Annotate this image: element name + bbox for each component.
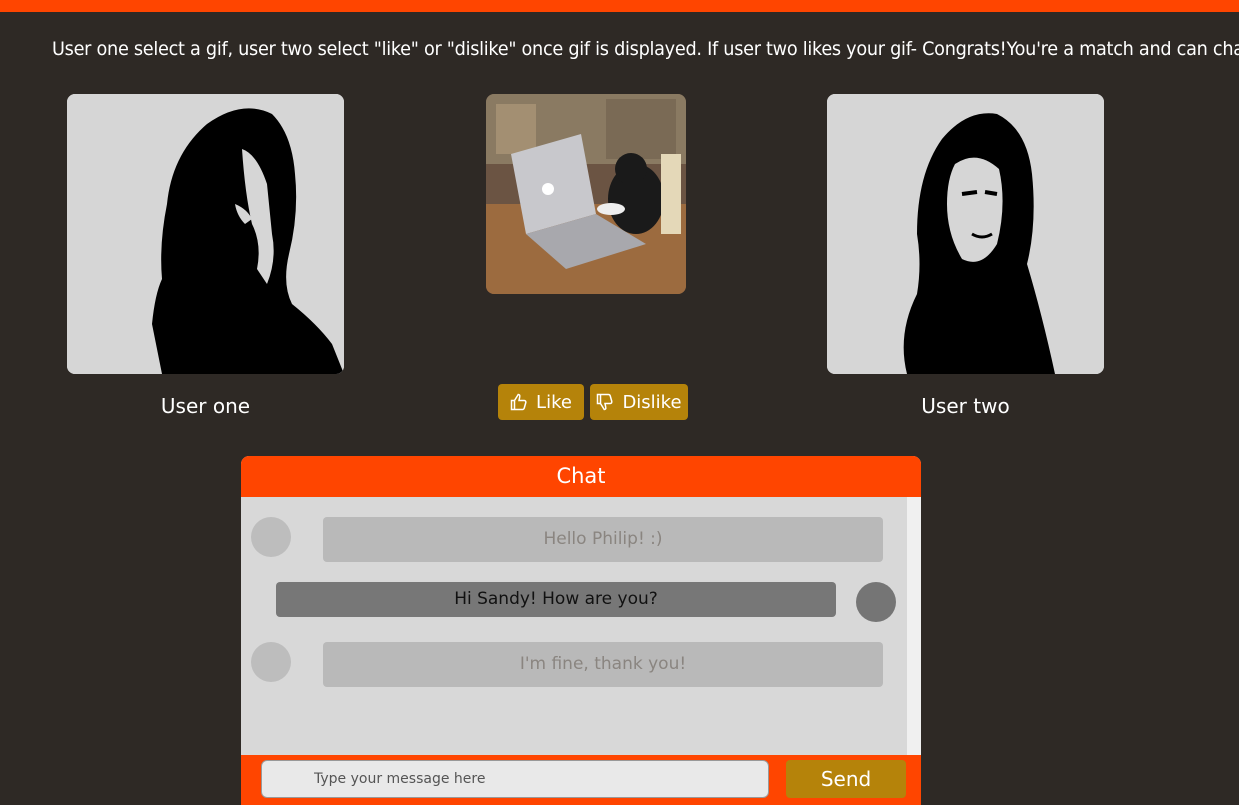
chat-input-bar: Send <box>241 755 921 805</box>
thumbs-up-icon <box>510 393 527 411</box>
user-two-portrait <box>827 94 1104 374</box>
message-input[interactable] <box>261 760 769 798</box>
chat-title: Chat <box>241 456 921 497</box>
message-bubble: I'm fine, thank you! <box>323 642 883 687</box>
chat-panel: Chat Hello Philip! :) Hi Sandy! How are … <box>241 456 921 805</box>
like-label: Like <box>536 391 572 413</box>
thumbs-down-icon <box>597 393 614 411</box>
chat-scrollbar[interactable] <box>907 497 921 755</box>
avatar <box>251 517 291 557</box>
user-two-label: User two <box>921 394 1010 418</box>
chat-messages: Hello Philip! :) Hi Sandy! How are you? … <box>241 497 907 755</box>
user-one-label: User one <box>160 394 251 418</box>
message-bubble: Hi Sandy! How are you? <box>276 582 836 617</box>
avatar <box>251 642 291 682</box>
instructions-text: User one select a gif, user two select "… <box>52 38 1239 60</box>
send-button[interactable]: Send <box>786 760 906 798</box>
user-one-portrait <box>67 94 344 374</box>
like-button[interactable]: Like <box>498 384 584 420</box>
message-bubble: Hello Philip! :) <box>323 517 883 562</box>
dislike-label: Dislike <box>622 391 682 413</box>
avatar <box>856 582 896 622</box>
dislike-button[interactable]: Dislike <box>590 384 688 420</box>
top-accent-bar <box>0 0 1239 12</box>
cat-laptop-gif <box>486 94 686 294</box>
